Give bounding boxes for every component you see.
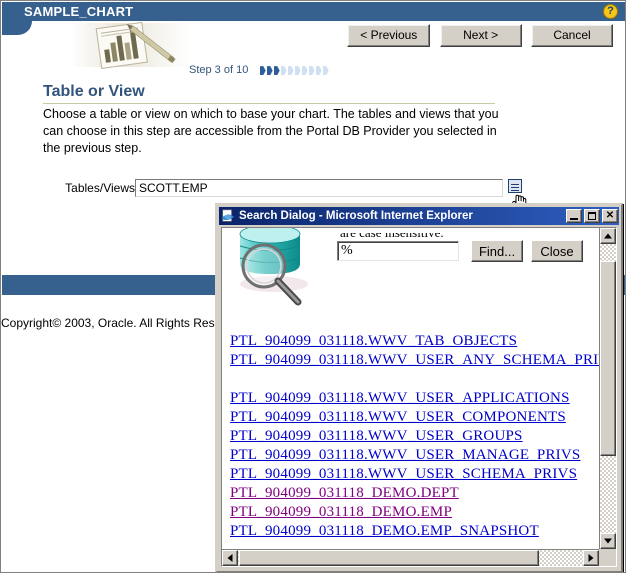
close-dialog-button[interactable]: Close <box>531 240 583 262</box>
scroll-left-button[interactable] <box>222 550 238 566</box>
vertical-scroll-thumb[interactable] <box>600 261 616 456</box>
tables-views-input[interactable] <box>135 179 503 197</box>
tables-views-row: Tables/Views <box>43 179 527 213</box>
next-button[interactable]: Next > <box>439 24 522 47</box>
step-chevron-3 <box>273 66 280 76</box>
result-link[interactable]: PTL_904099_031118.WWV_USER_MANAGE_PRIVS <box>230 447 580 463</box>
list-item: PTL_904099_031118_DEMO.DEPT <box>230 484 599 503</box>
step-chevron-6 <box>294 66 301 76</box>
result-link[interactable]: PTL_904099_031118_DEMO.EMP <box>230 504 452 520</box>
step-label: Step 3 of 10 <box>189 63 249 76</box>
list-browse-icon[interactable] <box>508 179 522 193</box>
step-chevron-1 <box>259 66 266 76</box>
list-item: PTL_904099_031118_DEMO.EMP_SNAPSHOT <box>230 522 599 541</box>
result-spacer <box>230 370 599 389</box>
scroll-down-button[interactable] <box>600 533 616 549</box>
previous-button[interactable]: < Previous <box>347 24 431 47</box>
minimize-button[interactable] <box>566 209 582 223</box>
database-magnifier-icon <box>239 228 308 306</box>
page-title: SAMPLE_CHART <box>24 4 134 19</box>
cancel-button[interactable]: Cancel <box>531 24 613 47</box>
scroll-up-button[interactable] <box>600 228 616 244</box>
result-link[interactable]: PTL_904099_031118_DEMO.EMP_SNAPSHOT <box>230 523 539 539</box>
list-item: PTL_904099_031118.WWV_USER_GROUPS <box>230 427 599 446</box>
dialog-content: are case insensitive. Find... Close PTL_… <box>222 228 599 549</box>
chart-document-graphic <box>69 21 189 79</box>
dialog-body: are case insensitive. Find... Close PTL_… <box>221 227 617 567</box>
result-link[interactable]: PTL_904099_031118.WWV_USER_APPLICATIONS <box>230 390 570 406</box>
copyright-text: Copyright© 2003, Oracle. All Rights Rese… <box>1 316 245 330</box>
step-chevron-10 <box>322 66 329 76</box>
search-hint-text: are case insensitive. <box>340 228 444 240</box>
step-chevron-5 <box>287 66 294 76</box>
search-input[interactable] <box>337 241 459 261</box>
result-link[interactable]: PTL_904099_031118.WWV_USER_ANY_SCHEMA_PR… <box>230 352 599 368</box>
dialog-window-controls: ✕ <box>566 209 619 223</box>
result-link[interactable]: PTL_904099_031118.WWV_TAB_OBJECTS <box>230 333 517 349</box>
section-description: Choose a table or view on which to base … <box>43 107 499 155</box>
section-divider <box>43 103 495 104</box>
list-item: PTL_904099_031118_DEMO.EMP <box>230 503 599 522</box>
dialog-horizontal-scrollbar[interactable] <box>222 549 599 566</box>
dialog-vertical-scrollbar[interactable] <box>599 228 616 549</box>
help-icon[interactable]: ? <box>603 4 618 19</box>
list-item: PTL_904099_031118.WWV_TAB_OBJECTS <box>230 332 599 351</box>
wizard-button-row: < Previous Next > Cancel <box>341 24 613 47</box>
step-indicator: Step 3 of 10 <box>189 62 330 77</box>
horizontal-scroll-thumb[interactable] <box>239 550 539 566</box>
result-link[interactable]: PTL_904099_031118.WWV_USER_COMPONENTS <box>230 409 566 425</box>
step-chevrons <box>259 63 330 77</box>
dialog-title-bar[interactable]: Search Dialog - Microsoft Internet Explo… <box>219 207 619 225</box>
find-button[interactable]: Find... <box>471 240 523 262</box>
dialog-title-text: Search Dialog - Microsoft Internet Explo… <box>239 210 473 222</box>
application-page: SAMPLE_CHART ? < Previous Next > Cancel … <box>0 0 626 573</box>
step-chevron-4 <box>280 66 287 76</box>
step-chevron-9 <box>315 66 322 76</box>
scroll-right-button[interactable] <box>583 550 599 566</box>
maximize-button[interactable] <box>584 209 600 223</box>
step-chevron-2 <box>266 66 273 76</box>
tables-views-label: Tables/Views <box>65 181 135 195</box>
list-item: PTL_904099_031118.WWV_USER_MANAGE_PRIVS <box>230 446 599 465</box>
section-title: Table or View <box>43 83 145 100</box>
step-chevron-7 <box>301 66 308 76</box>
list-item: PTL_904099_031118.WWV_USER_COMPONENTS <box>230 408 599 427</box>
search-results-list: PTL_904099_031118.WWV_TAB_OBJECTS PTL_904… <box>230 332 599 541</box>
app-title-bar: SAMPLE_CHART ? <box>2 2 625 21</box>
result-link[interactable]: PTL_904099_031118_DEMO.DEPT <box>230 485 459 501</box>
list-item: PTL_904099_031118.WWV_USER_SCHEMA_PRIVS <box>230 465 599 484</box>
list-item: PTL_904099_031118.WWV_USER_ANY_SCHEMA_PR… <box>230 351 599 370</box>
step-chevron-8 <box>308 66 315 76</box>
result-link[interactable]: PTL_904099_031118.WWV_USER_SCHEMA_PRIVS <box>230 466 577 482</box>
search-dialog-window: Search Dialog - Microsoft Internet Explo… <box>215 203 623 572</box>
scrollbar-corner <box>599 549 616 566</box>
internet-explorer-icon <box>221 209 235 222</box>
close-button[interactable]: ✕ <box>602 209 618 223</box>
result-link[interactable]: PTL_904099_031118.WWV_USER_GROUPS <box>230 428 523 444</box>
list-item: PTL_904099_031118.WWV_USER_APPLICATIONS <box>230 389 599 408</box>
